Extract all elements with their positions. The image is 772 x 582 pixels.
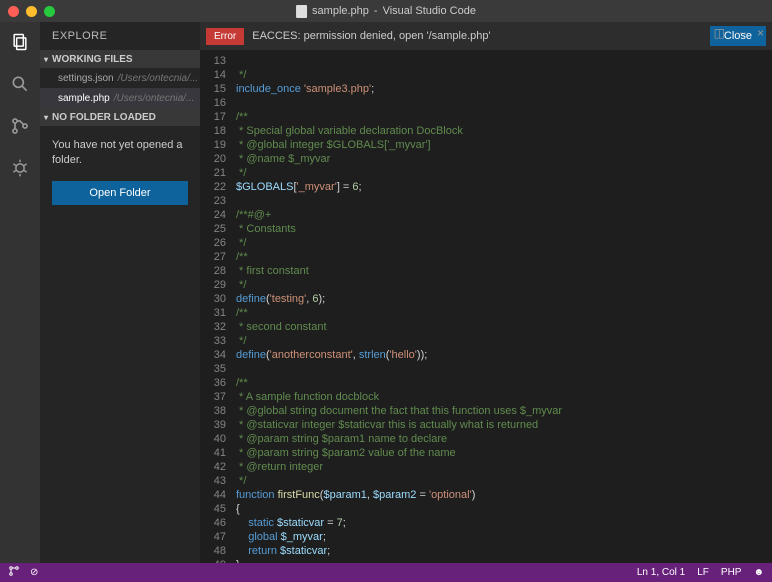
language-indicator[interactable]: PHP (721, 567, 742, 578)
section-working-files[interactable]: WORKING FILES (40, 50, 200, 68)
files-icon[interactable] (8, 30, 32, 54)
file-name: settings.json (58, 73, 114, 84)
eol-indicator[interactable]: LF (697, 567, 709, 578)
close-window-icon[interactable] (8, 6, 19, 17)
split-editor-icon[interactable]: ◫ (714, 26, 725, 40)
file-name: sample.php (58, 93, 110, 104)
code-lines[interactable]: */ include_once 'sample3.php'; /** * Spe… (236, 54, 772, 563)
debug-icon[interactable] (8, 156, 32, 180)
error-badge: Error (206, 28, 244, 45)
no-folder-message: You have not yet opened a folder. (40, 126, 200, 181)
feedback-icon[interactable]: ☻ (753, 567, 764, 578)
git-branch-icon[interactable] (8, 565, 20, 580)
file-path: /Users/ontecnia/... (114, 93, 195, 104)
close-editor-icon[interactable]: × (757, 26, 764, 40)
line-gutter: 13 14 15 16 17 18 19 20 21 22 23 24 25 2… (200, 54, 236, 563)
working-file-item[interactable]: settings.json /Users/ontecnia/... (40, 68, 200, 88)
notification-bar: Error EACCES: permission denied, open '/… (200, 22, 772, 50)
titlebar: sample.php - Visual Studio Code (0, 0, 772, 22)
activity-bar (0, 22, 40, 563)
editor: Error EACCES: permission denied, open '/… (200, 22, 772, 563)
cursor-position[interactable]: Ln 1, Col 1 (637, 567, 685, 578)
section-no-folder[interactable]: NO FOLDER LOADED (40, 108, 200, 126)
more-icon[interactable]: ⋯ (735, 26, 747, 40)
status-bar: ⊘ Ln 1, Col 1 LF PHP ☻ (0, 563, 772, 582)
code-area[interactable]: 13 14 15 16 17 18 19 20 21 22 23 24 25 2… (200, 50, 772, 563)
search-icon[interactable] (8, 72, 32, 96)
file-path: /Users/ontecnia/... (118, 73, 199, 84)
error-count-icon[interactable]: ⊘ (30, 567, 38, 578)
minimize-window-icon[interactable] (26, 6, 37, 17)
sidebar: EXPLORE WORKING FILES settings.json /Use… (40, 22, 200, 563)
maximize-window-icon[interactable] (44, 6, 55, 17)
git-icon[interactable] (8, 114, 32, 138)
open-folder-button[interactable]: Open Folder (52, 181, 188, 205)
sidebar-header: EXPLORE (40, 22, 200, 50)
file-icon (296, 5, 307, 18)
working-file-item[interactable]: sample.php /Users/ontecnia/... (40, 88, 200, 108)
window-title-app: Visual Studio Code (383, 5, 476, 17)
window-title-file: sample.php (312, 5, 369, 17)
notification-text: EACCES: permission denied, open '/sample… (252, 30, 710, 42)
